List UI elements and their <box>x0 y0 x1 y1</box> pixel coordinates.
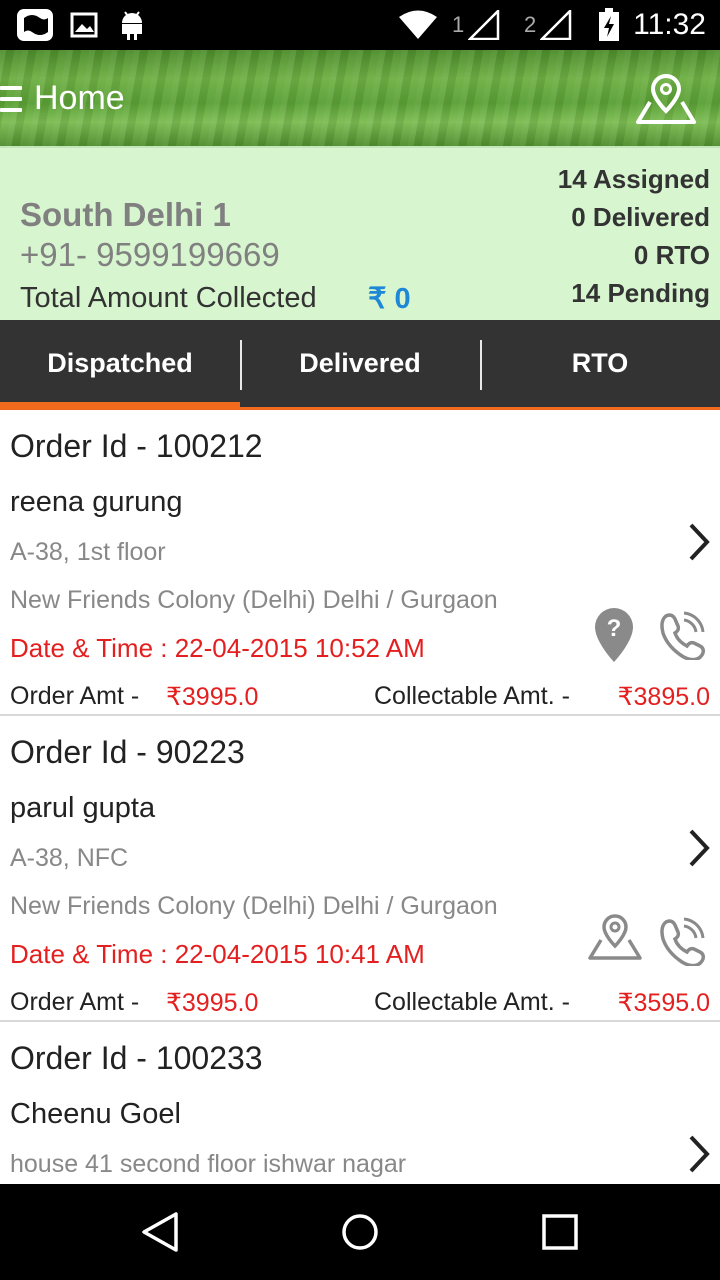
chevron-right-icon[interactable] <box>686 828 712 868</box>
order-id: Order Id - 100233 <box>10 1040 263 1076</box>
menu-icon[interactable] <box>0 86 22 112</box>
page-title[interactable]: Home <box>34 78 125 118</box>
collectable-amount-label: Collectable Amt. - <box>374 682 570 710</box>
order-id: Order Id - 90223 <box>10 734 245 770</box>
system-nav-bar <box>0 1184 720 1280</box>
android-icon <box>118 8 146 42</box>
collectable-amount-label: Collectable Amt. - <box>374 988 570 1016</box>
clock: 11:32 <box>633 8 706 41</box>
order-id: Order Id - 100212 <box>10 428 263 464</box>
signal-icon <box>468 8 500 42</box>
address-line1: house 41 second floor ishwar nagar <box>10 1150 407 1178</box>
sim2-label: 2 <box>524 12 537 37</box>
order-list: Order Id - 100212 reena gurung A-38, 1st… <box>0 410 720 1184</box>
order-datetime: Date & Time : 22-04-2015 10:52 AM <box>10 633 425 663</box>
agent-phone: +91- 9599199669 <box>20 236 280 273</box>
stat-pending: 14 Pending <box>571 278 710 308</box>
stat-rto: 0 RTO <box>633 240 710 270</box>
address-line1: A-38, 1st floor <box>10 538 166 566</box>
signal-icon <box>540 8 572 42</box>
order-amount-value: ₹3995.0 <box>166 683 259 711</box>
home-icon[interactable] <box>336 1208 384 1256</box>
agent-name: South Delhi 1 <box>20 196 231 233</box>
total-collected-value: ₹ 0 <box>368 283 411 315</box>
order-amount-value: ₹3995.0 <box>166 989 259 1017</box>
address-line2: New Friends Colony (Delhi) Delhi / Gurga… <box>10 586 498 614</box>
map-pin-icon[interactable] <box>586 912 644 970</box>
status-bar: 1 2 11:32 <box>0 0 720 50</box>
gallery-icon <box>70 8 98 42</box>
order-amount-label: Order Amt - <box>10 682 140 710</box>
recents-icon[interactable] <box>536 1208 584 1256</box>
tab-delivered[interactable]: Delivered <box>240 320 480 410</box>
address-line1: A-38, NFC <box>10 844 129 872</box>
map-pin-icon[interactable] <box>634 72 698 128</box>
total-collected-label: Total Amount Collected <box>20 282 317 314</box>
phone-call-icon[interactable] <box>654 916 706 968</box>
battery-icon <box>598 8 620 42</box>
customer-name: reena gurung <box>10 486 183 518</box>
agent-summary: South Delhi 1 +91- 9599199669 Total Amou… <box>0 146 720 320</box>
address-line2: New Friends Colony (Delhi) Delhi / Gurga… <box>10 892 498 920</box>
order-item[interactable]: Order Id - 100212 reena gurung A-38, 1st… <box>0 410 720 716</box>
customer-name: parul gupta <box>10 792 156 824</box>
order-datetime: Date & Time : 22-04-2015 10:41 AM <box>10 939 425 969</box>
stat-assigned: 14 Assigned <box>557 164 710 194</box>
app-bar: Home <box>0 50 720 146</box>
svg-text:?: ? <box>607 615 622 642</box>
tab-rto[interactable]: RTO <box>480 320 720 410</box>
chevron-right-icon[interactable] <box>686 1134 712 1174</box>
notification-icon <box>16 8 54 42</box>
stat-delivered: 0 Delivered <box>571 202 710 232</box>
collectable-amount-value: ₹3895.0 <box>617 683 710 711</box>
customer-name: Cheenu Goel <box>10 1098 181 1130</box>
order-item[interactable]: Order Id - 90223 parul gupta A-38, NFC N… <box>0 716 720 1022</box>
order-item[interactable]: Order Id - 100233 Cheenu Goel house 41 s… <box>0 1022 720 1184</box>
back-icon[interactable] <box>136 1208 184 1256</box>
tab-dispatched[interactable]: Dispatched <box>0 320 240 410</box>
chevron-right-icon[interactable] <box>686 522 712 562</box>
location-unknown-icon[interactable]: ? <box>586 606 644 664</box>
tab-bar: Dispatched Delivered RTO <box>0 320 720 410</box>
phone-call-icon[interactable] <box>654 610 706 662</box>
order-amount-label: Order Amt - <box>10 988 140 1016</box>
collectable-amount-value: ₹3595.0 <box>617 989 710 1017</box>
wifi-icon <box>398 8 438 42</box>
sim1-label: 1 <box>452 12 465 37</box>
